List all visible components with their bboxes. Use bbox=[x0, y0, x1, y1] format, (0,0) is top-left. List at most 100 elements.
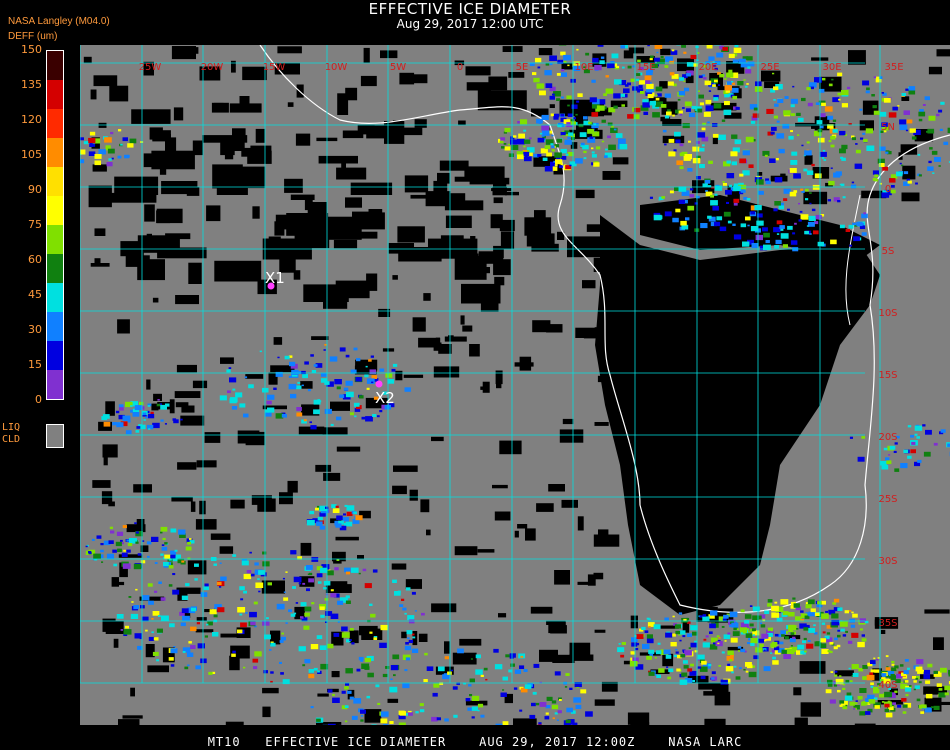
ice-cloud-pixel bbox=[653, 214, 662, 221]
ice-cloud-pixel bbox=[940, 101, 945, 105]
ice-cloud-pixel bbox=[380, 624, 389, 631]
ice-cloud-pixel bbox=[305, 565, 313, 570]
ice-cloud-pixel bbox=[113, 563, 118, 567]
ice-cloud-pixel bbox=[890, 674, 895, 678]
ice-cloud-pixel bbox=[746, 83, 749, 85]
ice-cloud-pixel bbox=[122, 563, 131, 569]
ice-cloud-pixel bbox=[217, 607, 225, 613]
ice-cloud-pixel bbox=[664, 617, 669, 621]
ice-cloud-pixel bbox=[915, 182, 918, 185]
ice-cloud-pixel bbox=[743, 79, 746, 81]
ice-cloud-pixel bbox=[119, 407, 124, 411]
ice-cloud-pixel bbox=[367, 672, 374, 678]
satellite-map[interactable]: 25W 20W 15W 10W 5W 0 5E 10E 15E 20E 25E 30E 35E 5N 0 5S… bbox=[80, 45, 950, 725]
ice-cloud-pixel bbox=[495, 723, 503, 725]
ice-cloud-pixel bbox=[796, 628, 799, 630]
clear-sky-patch bbox=[457, 267, 490, 274]
ice-cloud-pixel bbox=[814, 77, 822, 83]
ice-cloud-pixel bbox=[551, 700, 557, 704]
ice-cloud-pixel bbox=[293, 576, 302, 583]
ice-cloud-pixel bbox=[733, 185, 741, 192]
ice-cloud-pixel bbox=[404, 669, 408, 672]
ice-cloud-pixel bbox=[789, 168, 797, 173]
ice-cloud-pixel bbox=[711, 677, 715, 680]
ice-cloud-pixel bbox=[564, 139, 572, 145]
ice-cloud-pixel bbox=[654, 45, 663, 49]
ice-cloud-pixel bbox=[853, 708, 856, 710]
ice-cloud-pixel bbox=[635, 642, 640, 646]
ice-cloud-pixel bbox=[346, 511, 353, 516]
ice-cloud-pixel bbox=[648, 649, 655, 654]
ice-cloud-pixel bbox=[604, 155, 608, 158]
ice-cloud-pixel bbox=[237, 607, 246, 613]
ice-cloud-pixel bbox=[554, 164, 558, 167]
ice-cloud-pixel bbox=[290, 550, 297, 555]
ice-cloud-pixel bbox=[696, 141, 700, 144]
ice-cloud-pixel bbox=[436, 717, 441, 721]
ice-cloud-pixel bbox=[699, 147, 705, 152]
clear-sky-patch bbox=[444, 200, 484, 211]
ice-cloud-pixel bbox=[849, 244, 853, 247]
ice-cloud-pixel bbox=[811, 208, 816, 212]
clear-sky-patch bbox=[517, 524, 528, 529]
ice-cloud-pixel bbox=[675, 139, 681, 144]
ice-cloud-pixel bbox=[216, 581, 222, 586]
clear-sky-patch bbox=[492, 484, 508, 489]
ice-cloud-pixel bbox=[204, 635, 208, 638]
ice-cloud-pixel bbox=[817, 241, 824, 247]
ice-cloud-pixel bbox=[103, 421, 111, 427]
ice-cloud-pixel bbox=[736, 628, 740, 631]
ice-cloud-pixel bbox=[391, 368, 396, 372]
ice-cloud-pixel bbox=[777, 98, 784, 103]
longitude-label: 15E bbox=[636, 62, 655, 73]
ice-cloud-pixel bbox=[433, 683, 440, 688]
ice-cloud-pixel bbox=[939, 128, 943, 131]
ice-cloud-pixel bbox=[681, 672, 688, 677]
ice-cloud-pixel bbox=[716, 52, 724, 58]
ice-cloud-pixel bbox=[623, 88, 630, 93]
ice-cloud-pixel bbox=[678, 199, 685, 204]
clear-sky-patch bbox=[524, 217, 552, 236]
ice-cloud-pixel bbox=[532, 72, 537, 76]
clear-sky-patch bbox=[480, 386, 487, 390]
ice-cloud-pixel bbox=[148, 600, 154, 605]
latitude-label: 20S bbox=[878, 432, 897, 443]
ice-cloud-pixel bbox=[646, 634, 653, 639]
ice-cloud-pixel bbox=[502, 689, 505, 691]
ice-cloud-pixel bbox=[861, 232, 867, 236]
ice-cloud-pixel bbox=[513, 135, 517, 138]
ice-cloud-pixel bbox=[93, 553, 101, 559]
ice-cloud-pixel bbox=[187, 541, 191, 545]
latitude-label: 15S bbox=[878, 370, 897, 381]
clear-sky-patch bbox=[94, 258, 101, 267]
ice-cloud-pixel bbox=[725, 189, 732, 195]
ice-cloud-pixel bbox=[714, 221, 721, 227]
ice-cloud-pixel bbox=[504, 146, 511, 151]
clear-sky-patch bbox=[220, 357, 234, 364]
ice-cloud-pixel bbox=[724, 78, 727, 80]
clear-sky-patch bbox=[300, 542, 312, 556]
ice-cloud-pixel bbox=[310, 425, 317, 430]
clear-sky-patch bbox=[536, 503, 554, 512]
clear-sky-patch bbox=[602, 171, 621, 180]
ice-cloud-pixel bbox=[414, 610, 417, 612]
ice-cloud-pixel bbox=[591, 147, 594, 150]
ice-cloud-pixel bbox=[351, 567, 359, 573]
ice-cloud-pixel bbox=[692, 680, 695, 682]
ice-cloud-pixel bbox=[83, 141, 89, 145]
ice-cloud-pixel bbox=[918, 174, 922, 177]
ice-cloud-pixel bbox=[938, 688, 943, 691]
ice-cloud-pixel bbox=[209, 609, 217, 615]
ice-cloud-pixel bbox=[660, 104, 667, 108]
ice-cloud-pixel bbox=[345, 391, 354, 398]
colorbar-segment bbox=[47, 341, 63, 370]
clear-sky-patch bbox=[231, 60, 236, 73]
ice-cloud-pixel bbox=[833, 598, 840, 603]
ice-cloud-pixel bbox=[306, 588, 310, 592]
ice-cloud-pixel bbox=[471, 695, 480, 701]
ice-cloud-pixel bbox=[641, 626, 646, 630]
ice-cloud-pixel bbox=[366, 695, 371, 699]
ice-cloud-pixel bbox=[708, 664, 712, 667]
ice-cloud-pixel bbox=[358, 656, 364, 661]
ice-cloud-pixel bbox=[710, 194, 714, 198]
